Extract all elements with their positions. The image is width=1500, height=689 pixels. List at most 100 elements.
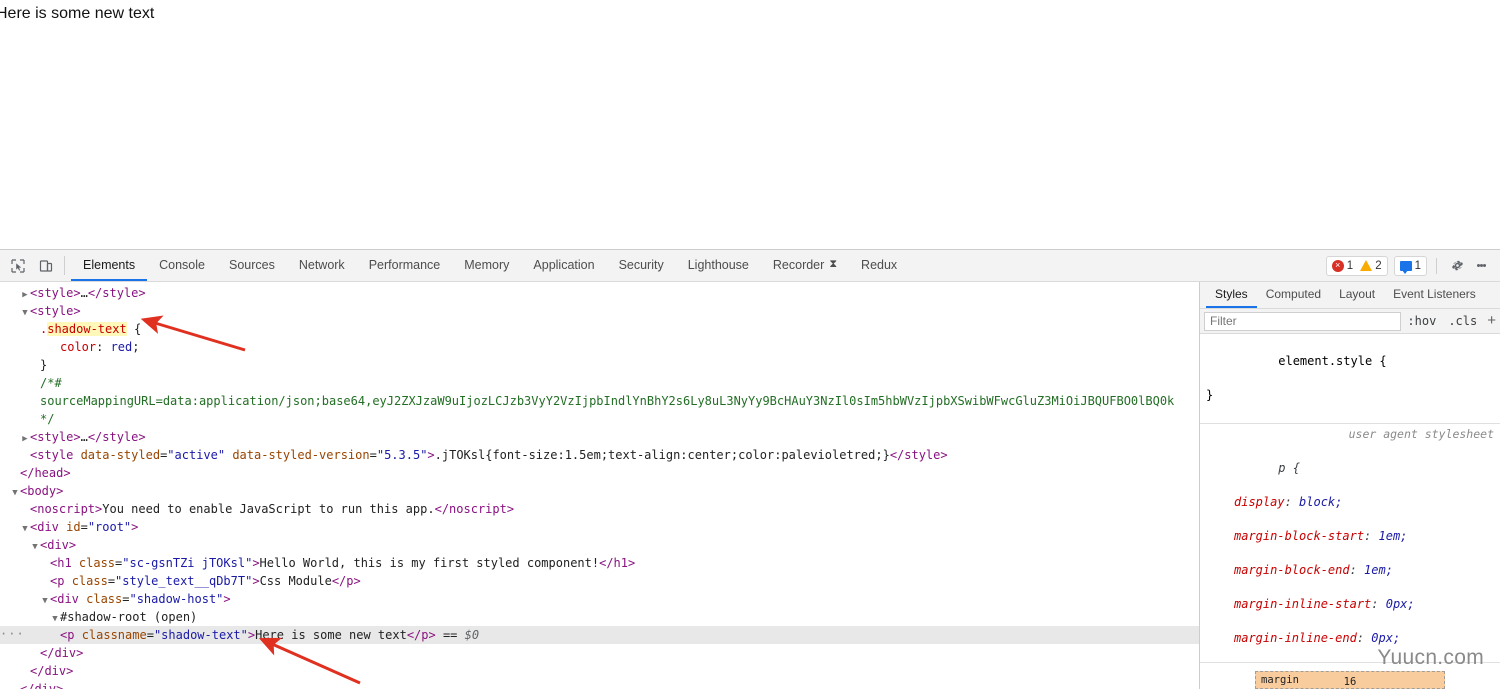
cls-toggle[interactable]: .cls — [1442, 309, 1483, 333]
declaration-value: block; — [1299, 495, 1343, 509]
box-model-margin-value: 16 — [1343, 676, 1357, 688]
dom-tree-line[interactable]: ▼ <div class="shadow-host"> — [0, 590, 1199, 608]
declaration[interactable]: margin-block-start: 1em; — [1206, 529, 1407, 543]
devtools-tab-strip: Elements Console Sources Network Perform… — [71, 250, 909, 281]
box-model-margin-label: margin — [1261, 674, 1299, 686]
devtools-panel: Elements Console Sources Network Perform… — [0, 249, 1500, 689]
styles-rules-list[interactable]: element.style { } user agent stylesheet … — [1200, 334, 1500, 689]
dom-tree-line[interactable]: <p class="style_text__qDb7T">Css Module<… — [0, 572, 1199, 590]
kebab-dot — [1482, 264, 1486, 267]
dom-tree-line[interactable]: ▼ <div id="root"> — [0, 518, 1199, 536]
add-rule-button[interactable]: + — [1483, 312, 1500, 331]
dom-tree-line[interactable]: /*# — [0, 374, 1199, 392]
device-toolbar-icon[interactable] — [32, 250, 60, 281]
dom-tree: ▶ <style>…</style> ▼ <style> .shadow-text {c… — [0, 284, 1199, 689]
hov-toggle[interactable]: :hov — [1401, 309, 1442, 333]
tab-memory[interactable]: Memory — [452, 250, 521, 281]
tab-styles[interactable]: Styles — [1206, 282, 1257, 308]
dom-tree-line[interactable]: color: red; — [0, 338, 1199, 356]
error-counter[interactable]: × 1 — [1331, 259, 1354, 272]
page-viewport: Here is some new text — [0, 0, 1500, 249]
dom-tree-line[interactable]: sourceMappingURL=data:application/json;b… — [0, 392, 1199, 410]
tab-security[interactable]: Security — [607, 250, 676, 281]
tab-label: Styles — [1215, 287, 1248, 301]
declaration-prop: display — [1234, 495, 1285, 509]
declaration-prop: margin-block-start — [1234, 529, 1365, 543]
tab-label: Performance — [368, 257, 441, 272]
dom-tree-line[interactable]: <h1 class="sc-gsnTZi jTOKsl">Hello World… — [0, 554, 1199, 572]
tab-recorder[interactable]: Recorder ⧗ — [761, 250, 849, 281]
declaration-value: 0px; — [1385, 597, 1415, 611]
dom-tree-line[interactable]: ▶ <style>…</style> — [0, 284, 1199, 302]
dom-tree-line[interactable]: } — [0, 356, 1199, 374]
declaration-prop: margin-inline-end — [1234, 631, 1357, 645]
tab-label: Elements — [83, 257, 136, 272]
tab-label: Sources — [228, 257, 275, 272]
tab-redux[interactable]: Redux — [849, 250, 909, 281]
box-model-margin[interactable]: margin 16 — [1255, 671, 1445, 689]
box-model-diagram[interactable]: margin 16 — [1200, 662, 1500, 689]
tab-event-listeners[interactable]: Event Listeners — [1384, 282, 1485, 308]
dom-tree-line[interactable]: ▶ <style>…</style> — [0, 428, 1199, 446]
tab-label: Security — [618, 257, 664, 272]
gear-icon[interactable] — [1446, 258, 1468, 273]
tab-label: Layout — [1339, 287, 1376, 301]
declaration-value: 1em; — [1378, 529, 1408, 543]
dom-tree-line[interactable]: </div> — [0, 644, 1199, 662]
experiment-flask-icon: ⧗ — [829, 258, 838, 270]
warning-counter[interactable]: 2 — [1360, 260, 1382, 272]
dom-tree-line[interactable]: <noscript>You need to enable JavaScript … — [0, 500, 1199, 518]
styles-pane: Styles Computed Layout Event Listeners :… — [1199, 282, 1500, 689]
dom-tree-line[interactable]: .shadow-text { — [0, 320, 1199, 338]
devtools-toolbar: Elements Console Sources Network Perform… — [0, 250, 1500, 282]
declaration-prop: margin-inline-start — [1234, 597, 1372, 611]
tab-network[interactable]: Network — [287, 250, 357, 281]
declaration[interactable]: margin-block-end: 1em; — [1206, 563, 1393, 577]
dom-tree-line[interactable]: <p classname="shadow-text">Here is some … — [0, 625, 1199, 644]
declaration-value: 1em; — [1364, 563, 1393, 577]
dom-tree-line[interactable]: ▼ <body> — [0, 482, 1199, 500]
tab-layout[interactable]: Layout — [1330, 282, 1384, 308]
tab-lighthouse[interactable]: Lighthouse — [676, 250, 761, 281]
kebab-menu-icon[interactable] — [1470, 263, 1492, 269]
tab-elements[interactable]: Elements — [71, 250, 148, 281]
tab-label: Redux — [861, 257, 898, 272]
rule-p-user-agent[interactable]: user agent stylesheet p { display: block… — [1200, 423, 1500, 689]
message-bubble-icon — [1399, 260, 1412, 274]
tab-computed[interactable]: Computed — [1257, 282, 1330, 308]
tab-sources[interactable]: Sources — [217, 250, 287, 281]
issue-counters[interactable]: × 1 2 — [1325, 255, 1388, 276]
tab-label: Recorder — [772, 257, 825, 272]
styles-filter-input[interactable] — [1204, 311, 1402, 331]
rule-close: } — [1206, 388, 1214, 402]
inspect-cursor-icon[interactable] — [4, 250, 32, 281]
tab-label: Event Listeners — [1393, 287, 1476, 301]
dom-tree-line[interactable]: ▼ <style> — [0, 302, 1199, 320]
rule-selector: element.style { — [1278, 354, 1387, 368]
dom-tree-pane[interactable]: ▶ <style>…</style> ▼ <style> .shadow-text {c… — [0, 282, 1199, 689]
tab-performance[interactable]: Performance — [357, 250, 453, 281]
dom-tree-line[interactable]: <style data-styled="active" data-styled-… — [0, 446, 1199, 464]
declaration-prop: margin-block-end — [1234, 563, 1350, 577]
rule-element-style[interactable]: element.style { } — [1200, 334, 1500, 423]
tab-label: Computed — [1265, 287, 1322, 301]
dom-tree-line[interactable]: */ — [0, 410, 1199, 428]
toolbar-divider-2 — [1436, 257, 1437, 274]
declaration[interactable]: margin-inline-start: 0px; — [1206, 597, 1415, 611]
tab-label: Application — [533, 257, 595, 272]
dom-tree-line[interactable]: </div> — [0, 680, 1199, 689]
declaration-value: 0px; — [1371, 631, 1401, 645]
tab-application[interactable]: Application — [521, 250, 606, 281]
dom-tree-line[interactable]: </div> — [0, 662, 1199, 680]
styles-filter-bar: :hov .cls + — [1200, 309, 1500, 334]
dom-tree-line[interactable]: </head> — [0, 464, 1199, 482]
declaration[interactable]: margin-inline-end: 0px; — [1206, 631, 1400, 645]
message-counter[interactable]: 1 — [1393, 255, 1427, 276]
declaration[interactable]: display: block; — [1206, 495, 1342, 509]
rule-origin: user agent stylesheet — [1348, 427, 1494, 441]
dom-tree-line[interactable]: ▼ #shadow-root (open) — [0, 608, 1199, 626]
dom-tree-line[interactable]: ▼ <div> — [0, 536, 1199, 554]
message-counter-inner: 1 — [1399, 260, 1421, 274]
error-count: 1 — [1346, 259, 1354, 272]
tab-console[interactable]: Console — [147, 250, 217, 281]
